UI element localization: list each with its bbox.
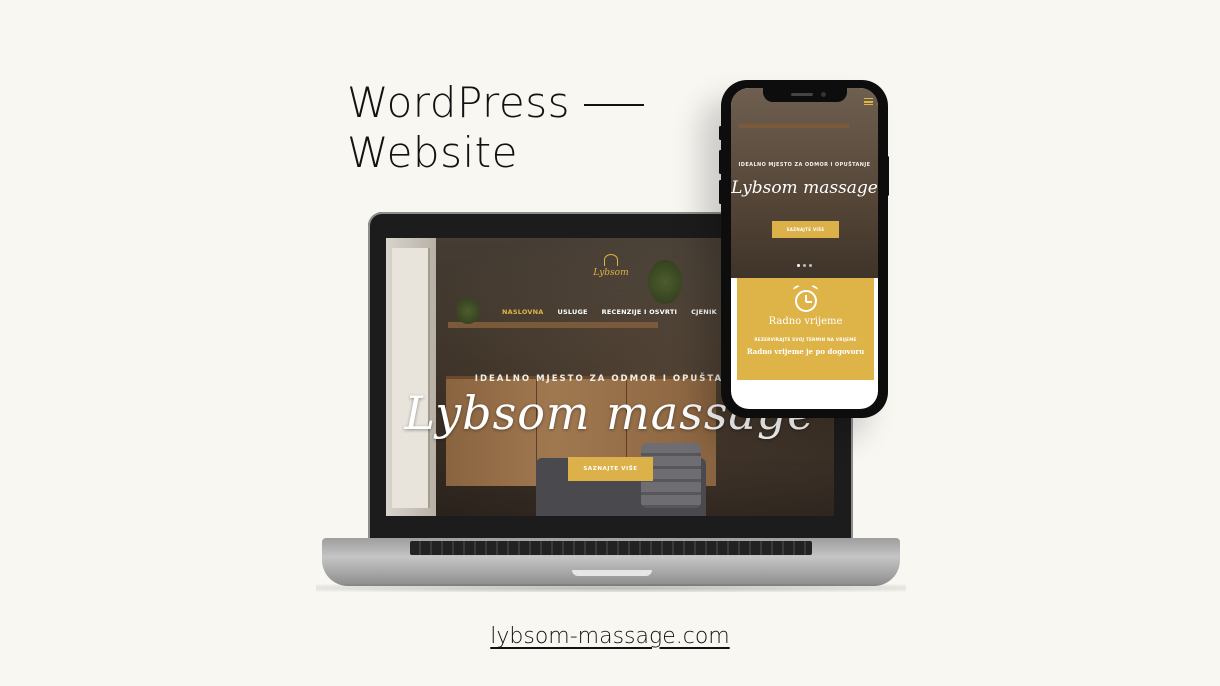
phone-side-button <box>719 180 722 204</box>
phone-power-button <box>886 156 889 196</box>
site-nav: NASLOVNA USLUGE RECENZIJE I OSVRTI CJENI… <box>502 308 736 316</box>
headline-dash <box>584 104 644 106</box>
site-logo-text: Lybsom <box>593 268 629 278</box>
headline-line2: Website <box>347 128 518 177</box>
headline-line1: WordPress <box>347 78 570 127</box>
slider-dot[interactable] <box>809 264 812 267</box>
phone-side-button <box>719 126 722 140</box>
hours-subtitle: REZERVIRAJTE SVOJ TERMIN NA VRIJEME <box>754 337 857 342</box>
slider-dot[interactable] <box>803 264 806 267</box>
laptop-keyboard <box>410 541 812 555</box>
working-hours-card: Radno vrijeme REZERVIRAJTE SVOJ TERMIN N… <box>737 278 874 380</box>
slider-dot[interactable] <box>797 264 800 267</box>
phone-saznajte-vise-button[interactable]: SAZNAJTE VIŠE <box>772 221 839 238</box>
slider-dots <box>797 264 812 267</box>
nav-item-naslovna[interactable]: NASLOVNA <box>502 308 544 316</box>
phone-hero: IDEALNO MJESTO ZA ODMOR I OPUŠTANJE Lybs… <box>731 88 878 278</box>
nav-item-cjenik[interactable]: CJENIK <box>691 308 717 316</box>
logo-mark-icon <box>604 254 618 266</box>
phone-speaker <box>791 93 813 96</box>
headline: WordPress Website <box>347 78 644 178</box>
phone-notch <box>763 88 847 102</box>
plant-image <box>648 260 682 304</box>
alarm-clock-icon-bell <box>810 284 819 292</box>
alarm-clock-icon-bell <box>792 284 801 292</box>
room-shelf <box>448 322 658 328</box>
phone-screen: IDEALNO MJESTO ZA ODMOR I OPUŠTANJE Lybs… <box>731 88 878 409</box>
phone-hero-title: Lybsom massage <box>731 178 878 198</box>
laptop-shadow <box>316 584 906 592</box>
hours-note: Radno vrijeme je po dogovoru <box>746 347 865 356</box>
hours-title: Radno vrijeme <box>768 316 843 327</box>
phone-side-button <box>719 150 722 174</box>
site-url-link[interactable]: lybsom-massage.com <box>0 624 1220 649</box>
saznajte-vise-button[interactable]: SAZNAJTE VIŠE <box>568 457 653 481</box>
laptop-notch <box>572 570 652 576</box>
phone-hero-tagline: IDEALNO MJESTO ZA ODMOR I OPUŠTANJE <box>738 162 871 168</box>
site-logo[interactable]: Lybsom <box>586 254 636 278</box>
nav-item-recenzije[interactable]: RECENZIJE I OSVRTI <box>602 308 677 316</box>
hamburger-menu-icon[interactable] <box>864 98 873 105</box>
room-shelf <box>739 124 849 128</box>
alarm-clock-icon <box>795 290 817 312</box>
plant-image <box>456 298 480 324</box>
phone-camera-icon <box>821 92 826 97</box>
nav-item-usluge[interactable]: USLUGE <box>558 308 588 316</box>
